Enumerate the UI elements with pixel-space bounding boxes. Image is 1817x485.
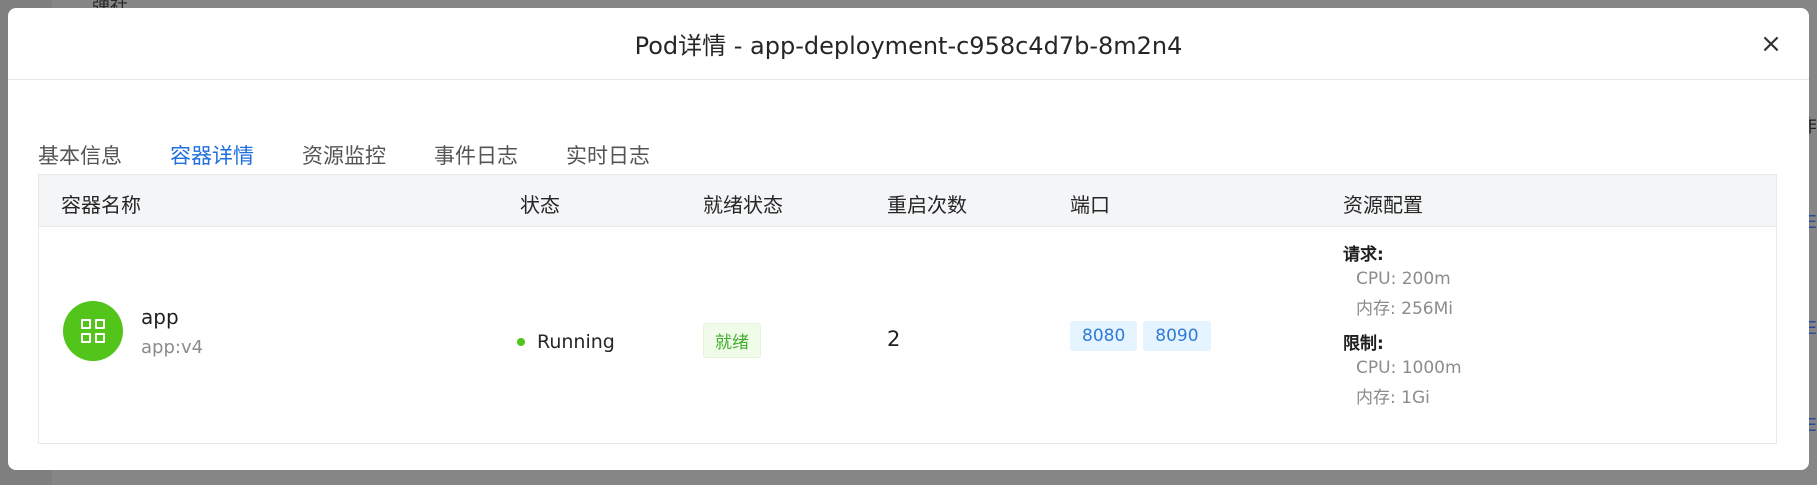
header-ready-status: 就绪状态	[703, 193, 783, 217]
requests-memory: 内存: 256Mi	[1356, 299, 1453, 319]
tab-container-details[interactable]: 容器详情	[170, 126, 254, 181]
limits-cpu: CPU: 1000m	[1356, 358, 1462, 378]
container-image: app:v4	[141, 337, 204, 358]
pod-details-modal: Pod详情 - app-deployment-c958c4d7b-8m2n4 ×…	[8, 8, 1809, 470]
header-resources: 资源配置	[1343, 193, 1423, 217]
container-name: app	[141, 305, 179, 329]
containers-table: 容器名称 状态 就绪状态 重启次数 端口 资源配置 app app:v4 Run…	[38, 174, 1777, 444]
container-avatar	[63, 301, 123, 361]
table-header: 容器名称 状态 就绪状态 重启次数 端口 资源配置	[39, 175, 1776, 227]
tab-realtime-log[interactable]: 实时日志	[566, 126, 650, 176]
header-ports: 端口	[1070, 193, 1110, 217]
limits-label: 限制:	[1343, 334, 1384, 354]
status-text: Running	[537, 331, 615, 353]
tab-basic-info[interactable]: 基本信息	[38, 126, 122, 176]
port-tag: 8090	[1143, 321, 1211, 351]
modal-header: Pod详情 - app-deployment-c958c4d7b-8m2n4 ×	[8, 8, 1809, 80]
header-restart-count: 重启次数	[887, 193, 967, 217]
close-icon[interactable]: ×	[1757, 30, 1785, 58]
header-status: 状态	[520, 193, 560, 217]
requests-cpu: CPU: 200m	[1356, 269, 1451, 289]
ready-badge: 就绪	[703, 323, 761, 358]
limits-memory: 内存: 1Gi	[1356, 388, 1430, 408]
ports-cell: 8080 8090	[1070, 321, 1211, 351]
tab-event-log[interactable]: 事件日志	[434, 126, 518, 176]
grid-icon	[81, 319, 105, 343]
table-row: app app:v4 Running 就绪 2 8080 8090 请求: CP…	[39, 227, 1776, 443]
tab-bar: 基本信息 容器详情 资源监控 事件日志 实时日志	[38, 126, 698, 181]
requests-label: 请求:	[1343, 245, 1384, 265]
header-container-name: 容器名称	[61, 193, 141, 217]
restart-count: 2	[887, 327, 901, 351]
status-cell: Running	[517, 331, 615, 353]
tab-resource-monitor[interactable]: 资源监控	[302, 126, 386, 176]
modal-title: Pod详情 - app-deployment-c958c4d7b-8m2n4	[634, 32, 1183, 60]
status-dot-icon	[517, 338, 525, 346]
port-tag: 8080	[1070, 321, 1138, 351]
